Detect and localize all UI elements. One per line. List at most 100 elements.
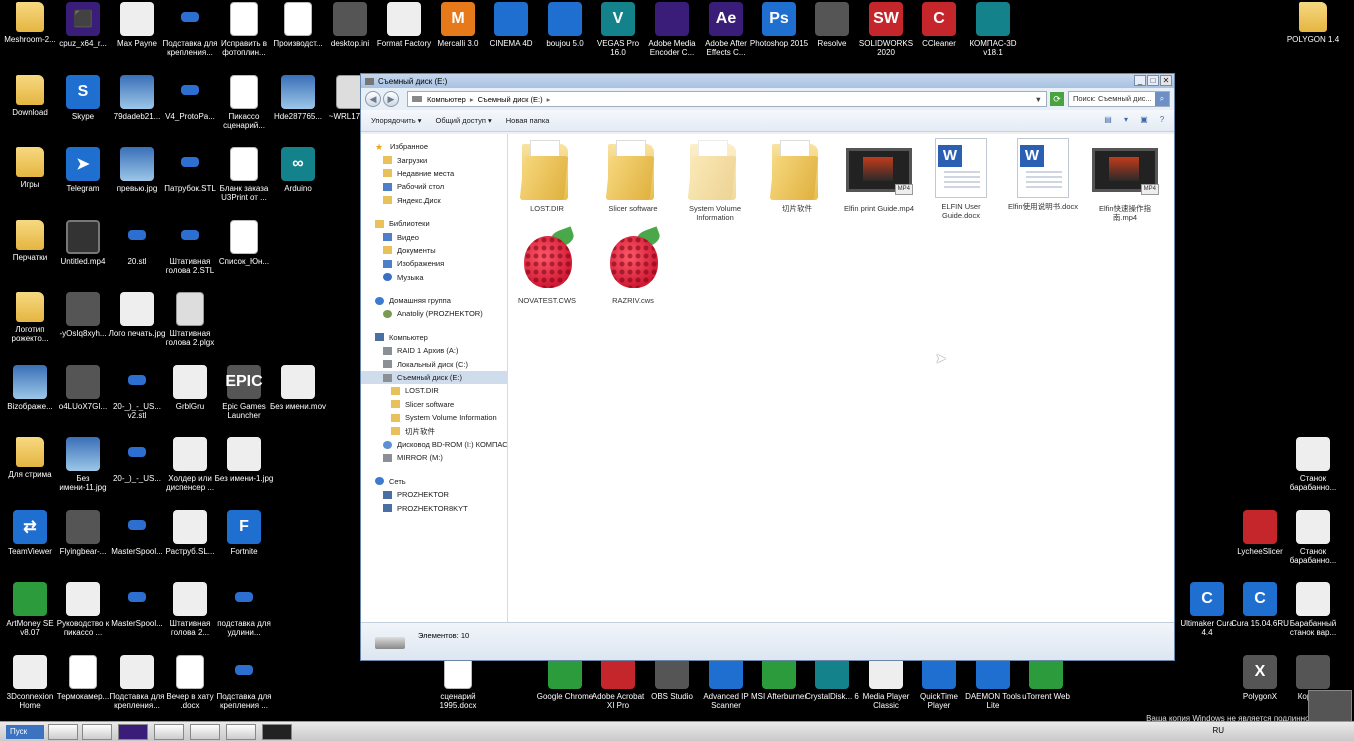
desktop-icon-o4l[interactable]: o4LUoX7GI...	[53, 363, 113, 433]
desktop-icon-prevyu[interactable]: превью.jpg	[107, 145, 167, 215]
desktop-icon-daemon[interactable]: DAEMON Tools Lite	[963, 653, 1023, 723]
refresh-button[interactable]: ⟳	[1050, 92, 1064, 106]
nav-item[interactable]: Локальный диск (C:)	[361, 357, 507, 370]
taskbar-obs-button[interactable]	[262, 724, 292, 740]
nav-item[interactable]: Музыка	[361, 271, 507, 284]
nav-item[interactable]: Изображения	[361, 257, 507, 270]
view-options-icon[interactable]: ▤	[1102, 114, 1114, 126]
desktop-icon-teamviewer[interactable]: ⇄ TeamViewer	[0, 508, 60, 578]
desktop-icon-vegas[interactable]: V VEGAS Pro 16.0	[588, 0, 648, 70]
nav-item[interactable]: System Volume Information	[361, 411, 507, 424]
search-input[interactable]: Поиск: Съемный дис... ⌕	[1068, 91, 1170, 107]
desktop-icon-cpuz[interactable]: ⬛ cpuz_x64_r...	[53, 0, 113, 70]
file-item[interactable]: 切片软件	[760, 138, 834, 213]
desktop-icon-blank[interactable]: Бланк заказа U3Print от ...	[214, 145, 274, 215]
nav-item[interactable]: PROZHEKTOR8KYT	[361, 501, 507, 514]
desktop-icon-ccleaner[interactable]: C CCleaner	[909, 0, 969, 70]
desktop-icon-grblgru[interactable]: GrblGru	[160, 363, 220, 433]
nav-item[interactable]: Anatoliy (PROZHEKTOR)	[361, 307, 507, 320]
file-item[interactable]: MP4 Elfin print Guide.mp4	[842, 138, 916, 213]
file-item[interactable]: MP4 Elfin快速操作指南.mp4	[1088, 138, 1162, 222]
taskbar-app-button[interactable]	[190, 724, 220, 740]
nav-item[interactable]: MIRROR (M:)	[361, 451, 507, 464]
nav-item[interactable]: LOST.DIR	[361, 384, 507, 397]
desktop-icon-20stl[interactable]: 20.stl	[107, 218, 167, 288]
nav-item[interactable]: Библиотеки	[361, 217, 507, 230]
desktop-icon-spisok[interactable]: Список_Юн...	[214, 218, 274, 288]
nav-item[interactable]: Яндекс.Диск	[361, 194, 507, 207]
desktop-icon-epic[interactable]: EPIC Epic Games Launcher	[214, 363, 274, 433]
breadcrumb-drive[interactable]: Съемный диск (E:)	[478, 95, 543, 104]
desktop-icon-20us[interactable]: 20-_)_-_US... v2.stl	[107, 363, 167, 433]
desktop-icon-meshroom[interactable]: Meshroom-2...	[0, 0, 60, 70]
close-button[interactable]: ✕	[1160, 75, 1172, 86]
taskbar-app-button[interactable]	[82, 724, 112, 740]
desktop-icon-lychee[interactable]: LycheeSlicer	[1230, 508, 1290, 578]
desktop-icon-patrubok[interactable]: Патрубок.STL	[160, 145, 220, 215]
desktop-icon-telegram[interactable]: ➤ Telegram	[53, 145, 113, 215]
desktop-icon-boujou[interactable]: boujou 5.0	[535, 0, 595, 70]
desktop-icon-ame[interactable]: Adobe Media Encoder C...	[642, 0, 702, 70]
desktop-icon-shtat2[interactable]: Штативная голова 2.STL	[160, 218, 220, 288]
desktop-icon-bezmov[interactable]: Без имени.mov	[268, 363, 328, 433]
desktop-icon-polygonx[interactable]: X PolygonX	[1230, 653, 1290, 723]
desktop-icon-igry[interactable]: Игры	[0, 145, 60, 215]
desktop-icon-masterspool1[interactable]: MasterSpool...	[107, 508, 167, 578]
desktop-icon-perchatki[interactable]: Перчатки	[0, 218, 60, 288]
desktop-icon-rastrub[interactable]: Раструб.SL...	[160, 508, 220, 578]
desktop-icon-arduino[interactable]: ∞ Arduino	[268, 145, 328, 215]
desktop-icon-utorrent[interactable]: uTorrent Web	[1016, 653, 1076, 723]
desktop-icon-cinema4d[interactable]: CINEMA 4D	[481, 0, 541, 70]
desktop-icon-scenariy[interactable]: сценарий 1995.docx	[428, 653, 488, 723]
start-button[interactable]: Пуск	[6, 725, 44, 739]
forward-button[interactable]: ▶	[383, 91, 399, 107]
desktop-icon-obs[interactable]: OBS Studio	[642, 653, 702, 723]
desktop-icon-skype[interactable]: S Skype	[53, 73, 113, 143]
desktop-icon-logo[interactable]: Лого печать.jpg	[107, 290, 167, 360]
desktop-icon-mpc[interactable]: Media Player Classic	[856, 653, 916, 723]
desktop-icon-podst4[interactable]: Подставка для крепления ...	[214, 653, 274, 723]
desktop-icon-proizvod[interactable]: Производст...	[268, 0, 328, 70]
desktop-icon-untitled[interactable]: Untitled.mp4	[53, 218, 113, 288]
desktop-icon-desktopini[interactable]: desktop.ini	[320, 0, 380, 70]
desktop-icon-hde[interactable]: Hde287765...	[268, 73, 328, 143]
taskbar-explorer-button[interactable]	[48, 724, 78, 740]
new-folder-button[interactable]: Новая папка	[506, 116, 550, 125]
desktop-icon-resolve[interactable]: Resolve	[802, 0, 862, 70]
nav-item[interactable]: Сеть	[361, 475, 507, 488]
chevron-down-icon[interactable]: ▾	[1120, 114, 1132, 126]
desktop-icon-ps[interactable]: Ps Photoshop 2015	[749, 0, 809, 70]
desktop-icon-maxpayne[interactable]: Max Payne	[107, 0, 167, 70]
desktop-icon-holder[interactable]: Холдер или диспенсер ...	[160, 435, 220, 505]
desktop-icon-podst1[interactable]: Подставка для крепления...	[160, 0, 220, 70]
desktop-icon-rukovodstvo[interactable]: Руководство к пикассо ...	[53, 580, 113, 650]
desktop-icon-bez1[interactable]: Без имени-1.jpg	[214, 435, 274, 505]
nav-item[interactable]: PROZHEKTOR	[361, 488, 507, 501]
search-icon[interactable]: ⌕	[1155, 92, 1169, 106]
desktop-icon-3dconnexion[interactable]: 3Dconnexion Home	[0, 653, 60, 723]
file-item[interactable]: Slicer software	[596, 138, 670, 213]
file-item[interactable]: NOVATEST.CWS	[510, 226, 584, 305]
organize-button[interactable]: Упорядочить ▾	[371, 116, 422, 125]
taskbar-premiere-button[interactable]	[118, 724, 148, 740]
desktop-icon-termokam[interactable]: Термокамер...	[53, 653, 113, 723]
desktop-icon-pikasso[interactable]: Пикассо сценарий...	[214, 73, 274, 143]
file-item[interactable]: System Volume Information	[678, 138, 752, 222]
nav-item[interactable]: Документы	[361, 244, 507, 257]
nav-item[interactable]: Съемный диск (E:)	[361, 370, 507, 385]
nav-item[interactable]: Дисковод BD-ROM (I:) КОМПАС	[361, 438, 507, 451]
desktop-icon-v4proto[interactable]: V4_ProtoPa...	[160, 73, 220, 143]
nav-item[interactable]: Видео	[361, 230, 507, 243]
taskbar-chrome-button[interactable]	[226, 724, 256, 740]
file-item[interactable]: W ELFIN User Guide.docx	[924, 138, 998, 220]
desktop-icon-shtat2b[interactable]: Штативная голова 2...	[160, 580, 220, 650]
desktop-icon-bez11[interactable]: Без имени-11.jpg	[53, 435, 113, 505]
nav-item[interactable]: Slicer software	[361, 398, 507, 411]
nav-item[interactable]: RAID 1 Архив (A:)	[361, 344, 507, 357]
desktop-icon-logotip[interactable]: Логотип рожекто...	[0, 290, 60, 360]
desktop-icon-ultimaker[interactable]: C Ultimaker Cura 4.4	[1177, 580, 1237, 650]
minimize-button[interactable]: _	[1134, 75, 1146, 86]
desktop-icon-shtatplgx[interactable]: Штативная голова 2.plgx	[160, 290, 220, 360]
address-bar[interactable]: Компьютер ▸ Съемный диск (E:) ▸ ▼	[407, 91, 1047, 107]
file-item[interactable]: LOST.DIR	[510, 138, 584, 213]
